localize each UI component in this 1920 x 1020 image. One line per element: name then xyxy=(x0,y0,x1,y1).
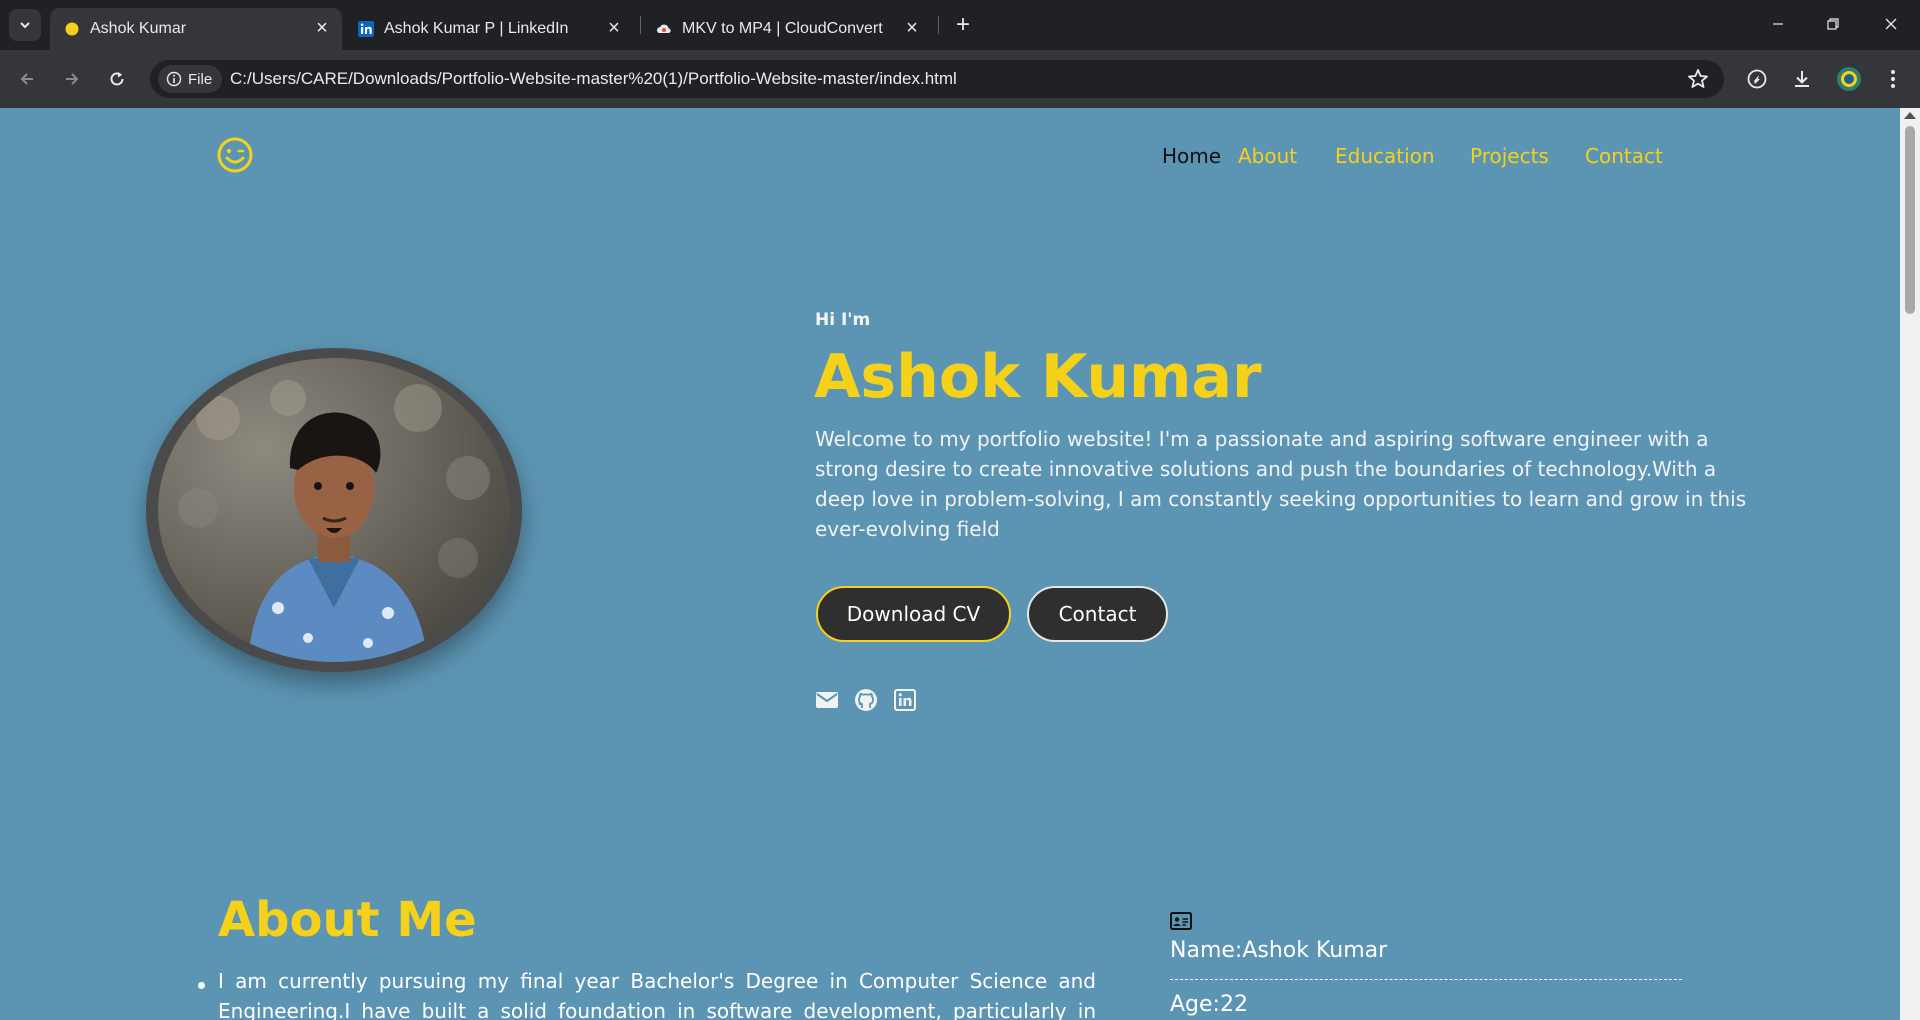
reload-button[interactable] xyxy=(101,63,133,95)
forward-button[interactable] xyxy=(56,63,88,95)
new-tab-button[interactable]: + xyxy=(950,11,976,38)
tab-title: MKV to MP4 | CloudConvert xyxy=(682,20,883,37)
close-icon xyxy=(1885,18,1897,30)
tab-title: Ashok Kumar P | LinkedIn xyxy=(384,20,569,37)
back-button[interactable] xyxy=(11,63,43,95)
info-name: Name:Ashok Kumar xyxy=(1170,938,1388,963)
about-title: About Me xyxy=(218,892,477,948)
page-viewport: Home About Education Projects Contact Hi… xyxy=(0,108,1900,1020)
scroll-up-arrow-icon[interactable] xyxy=(1904,112,1916,119)
info-divider xyxy=(1170,979,1682,980)
linkedin-icon xyxy=(358,21,374,37)
bullet-dot xyxy=(198,982,205,989)
performance-button[interactable] xyxy=(1744,66,1770,92)
nav-education[interactable]: Education xyxy=(1335,144,1435,168)
hero-greeting: Hi I'm xyxy=(815,310,871,330)
restore-button[interactable] xyxy=(1818,10,1848,38)
download-icon xyxy=(1795,71,1809,87)
bookmark-star-icon[interactable] xyxy=(1686,67,1710,91)
site-info-chip[interactable]: File xyxy=(158,65,223,93)
scrollbar-thumb[interactable] xyxy=(1905,126,1915,314)
person-illustration xyxy=(178,380,490,662)
tab-separator xyxy=(640,16,641,34)
address-bar[interactable]: File C:/Users/CARE/Downloads/Portfolio-W… xyxy=(150,60,1724,98)
profile-photo xyxy=(158,358,510,662)
arrow-left-icon xyxy=(20,73,33,85)
nav-projects[interactable]: Projects xyxy=(1470,144,1549,168)
nav-contact[interactable]: Contact xyxy=(1585,144,1663,168)
minimize-button[interactable] xyxy=(1763,10,1793,38)
id-card-icon xyxy=(1170,912,1192,930)
downloads-button[interactable] xyxy=(1789,66,1815,92)
nav-about[interactable]: About xyxy=(1238,144,1297,168)
close-tab-icon[interactable]: × xyxy=(312,17,332,39)
download-cv-button[interactable]: Download CV xyxy=(816,586,1011,642)
tab-ashok-kumar[interactable]: Ashok Kumar × xyxy=(50,8,342,50)
menu-button[interactable] xyxy=(1880,66,1906,92)
yellow-dot-favicon-icon xyxy=(65,22,79,36)
tab-separator xyxy=(938,16,939,34)
hero-intro: Welcome to my portfolio website! I'm a p… xyxy=(815,427,1747,541)
tab-linkedin[interactable]: Ashok Kumar P | LinkedIn × xyxy=(344,8,634,50)
tab-cloudconvert[interactable]: MKV to MP4 | CloudConvert × xyxy=(642,8,932,50)
tab-search-button[interactable] xyxy=(9,9,41,41)
reload-icon xyxy=(110,72,124,86)
restore-icon xyxy=(1827,18,1839,30)
minimize-icon xyxy=(1773,23,1783,25)
hero-name: Ashok Kumar xyxy=(814,342,1262,412)
browser-toolbar: File C:/Users/CARE/Downloads/Portfolio-W… xyxy=(0,50,1920,108)
linkedin-social-icon[interactable] xyxy=(893,688,917,712)
page-scrollbar[interactable] xyxy=(1900,108,1920,1020)
chevron-down-icon xyxy=(20,22,30,29)
nav-home[interactable]: Home xyxy=(1162,144,1221,168)
close-tab-icon[interactable]: × xyxy=(902,17,922,39)
profile-photo-frame xyxy=(146,348,522,672)
cloudconvert-icon xyxy=(657,24,671,33)
smile-logo-icon[interactable] xyxy=(216,136,254,174)
arrow-right-icon xyxy=(66,73,79,85)
close-window-button[interactable] xyxy=(1876,10,1906,38)
tab-title: Ashok Kumar xyxy=(90,20,187,37)
email-icon[interactable] xyxy=(815,688,839,712)
profile-button[interactable] xyxy=(1836,66,1862,92)
info-age: Age:22 xyxy=(1170,992,1248,1017)
url-text[interactable]: C:/Users/CARE/Downloads/Portfolio-Websit… xyxy=(230,69,957,89)
contact-button[interactable]: Contact xyxy=(1027,586,1168,642)
about-text: I am currently pursuing my final year Ba… xyxy=(218,969,1096,1020)
github-icon[interactable] xyxy=(854,688,878,712)
speedometer-icon xyxy=(1747,69,1767,89)
info-icon xyxy=(166,71,182,87)
profile-avatar-icon xyxy=(1837,67,1861,91)
kebab-menu-icon xyxy=(1891,70,1895,88)
file-label: File xyxy=(188,70,213,88)
tab-bar: Ashok Kumar × Ashok Kumar P | LinkedIn ×… xyxy=(0,0,1920,50)
close-tab-icon[interactable]: × xyxy=(604,17,624,39)
